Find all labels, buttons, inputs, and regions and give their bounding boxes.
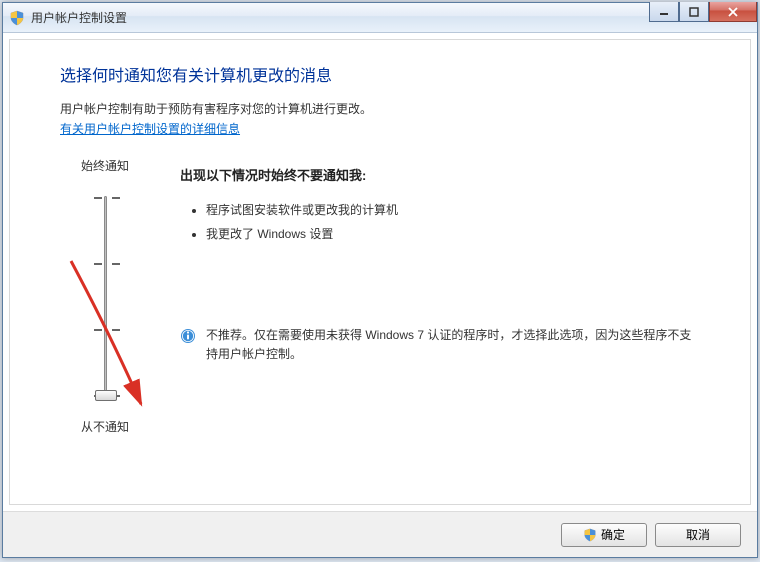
close-button[interactable] [709,2,757,22]
slider-tick [94,197,120,199]
slider-tick [94,329,120,331]
detail-heading: 出现以下情况时始终不要通知我: [180,165,700,184]
cancel-button-label: 取消 [686,526,710,543]
window-controls [649,2,757,22]
info-icon [180,328,196,344]
slider-column: 始终通知 从不通知 [60,157,150,435]
content-area: 选择何时通知您有关计算机更改的消息 用户帐户控制有助于预防有害程序对您的计算机进… [9,39,751,505]
button-bar: 确定 取消 [3,511,757,557]
uac-settings-window: 用户帐户控制设置 选择何时通知您有关计算机更改的消息 用户帐户控制有助于预防有害… [2,2,758,558]
slider-area: 始终通知 从不通知 出现以下情况时始终不要通知我: 程序试图安装软件或更改我的计… [60,157,700,435]
cancel-button[interactable]: 取消 [655,523,741,547]
detail-column: 出现以下情况时始终不要通知我: 程序试图安装软件或更改我的计算机 我更改了 Wi… [180,157,700,435]
slider-thumb[interactable] [95,390,117,401]
bullet-item: 我更改了 Windows 设置 [206,222,700,246]
info-text: 不推荐。仅在需要使用未获得 Windows 7 认证的程序时，才选择此选项，因为… [206,326,700,364]
titlebar: 用户帐户控制设置 [3,3,757,33]
ok-button-label: 确定 [601,526,625,543]
slider-track-container [75,186,135,406]
page-heading: 选择何时通知您有关计算机更改的消息 [60,62,700,86]
shield-icon [583,528,597,542]
info-row: 不推荐。仅在需要使用未获得 Windows 7 认证的程序时，才选择此选项，因为… [180,326,700,364]
bullet-item: 程序试图安装软件或更改我的计算机 [206,198,700,222]
slider-label-always: 始终通知 [81,157,129,174]
description-text: 用户帐户控制有助于预防有害程序对您的计算机进行更改。 [60,100,700,118]
shield-icon [9,10,25,26]
minimize-button[interactable] [649,2,679,22]
window-title: 用户帐户控制设置 [31,9,127,26]
slider-tick [94,263,120,265]
ok-button[interactable]: 确定 [561,523,647,547]
slider-label-never: 从不通知 [81,418,129,435]
maximize-button[interactable] [679,2,709,22]
bullet-list: 程序试图安装软件或更改我的计算机 我更改了 Windows 设置 [180,198,700,246]
more-info-link[interactable]: 有关用户帐户控制设置的详细信息 [60,122,240,136]
slider-track[interactable] [104,196,107,396]
